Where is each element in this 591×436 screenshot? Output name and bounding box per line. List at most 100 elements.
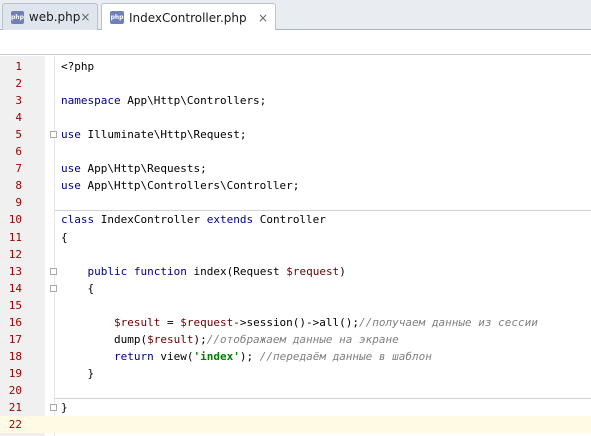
line-number: 2 (15, 77, 22, 91)
code-line[interactable]: 22 (0, 416, 591, 434)
code-text: class IndexController extends Controller (61, 211, 326, 228)
code-text: use App\Http\Controllers\Controller; (61, 177, 299, 194)
code-token: class (61, 213, 95, 227)
code-token: ->session()->all(); (233, 315, 360, 329)
method-separator (55, 210, 591, 212)
code-line[interactable]: 17 dump($result);//отображаем данные на … (0, 331, 591, 348)
code-line[interactable]: 16 $result = $request->session()->all();… (0, 314, 591, 331)
code-line[interactable]: 1 <?php (0, 58, 591, 75)
code-line[interactable]: 15 (0, 297, 591, 314)
line-number: 12 (8, 247, 22, 261)
code-token: = (160, 315, 181, 329)
line-number: 10 (8, 213, 22, 227)
code-line[interactable]: 21} (0, 399, 591, 416)
code-text: public function index(Request $request) (61, 263, 346, 280)
code-token: use (61, 179, 81, 193)
code-text: return view('index'); //передаём данные … (61, 348, 432, 365)
code-token: { (61, 230, 68, 244)
code-text: <?php (61, 58, 94, 75)
line-number: 20 (8, 383, 22, 397)
fold-marker-icon[interactable] (50, 284, 57, 292)
code-token: App\Http\Controllers\Controller; (80, 179, 300, 193)
line-number: 6 (15, 145, 22, 159)
code-text: } (61, 399, 68, 416)
code-token: //передаём данные в шаблон (259, 349, 432, 363)
code-line[interactable]: 18 return view('index'); //передаём данн… (0, 348, 591, 365)
php-file-icon: php (11, 10, 24, 24)
code-line[interactable]: 4 (0, 109, 591, 126)
code-token: } (61, 401, 68, 414)
code-line[interactable]: 8 use App\Http\Controllers\Controller; (0, 177, 591, 194)
line-number: 5 (15, 128, 22, 142)
tab-label: web.php (28, 10, 81, 24)
code-token: $request (180, 315, 234, 329)
code-token: namespace (61, 94, 121, 108)
code-line[interactable]: 2 (0, 75, 591, 92)
code-token: return (113, 349, 154, 363)
code-token: App\Http\Controllers; (120, 94, 267, 108)
code-token: function (133, 264, 187, 278)
method-separator (55, 398, 591, 399)
code-token: extends (206, 213, 254, 227)
code-text: use Illuminate\Http\Request; (61, 126, 246, 143)
code-token: <?php (61, 60, 95, 73)
close-icon[interactable]: × (80, 11, 90, 23)
code-token: //получаем данные из сессии (359, 315, 538, 329)
breadcrumb-bar (0, 30, 591, 55)
code-line[interactable]: 20 (0, 382, 591, 399)
code-token: dump( (61, 332, 148, 346)
line-number: 15 (8, 298, 22, 312)
code-token: public (87, 264, 128, 278)
code-line[interactable]: 12 (0, 246, 591, 263)
code-token: ) (339, 264, 346, 278)
code-text: use App\Http\Requests; (61, 160, 207, 177)
code-token: { (61, 281, 95, 295)
line-number: 13 (8, 264, 22, 278)
code-line[interactable]: 9 (0, 194, 591, 211)
code-token: ); (239, 349, 260, 363)
code-text: namespace App\Http\Controllers; (61, 92, 266, 109)
code-token: Illuminate\Http\Request; (80, 128, 247, 142)
code-token: 'index' (193, 349, 240, 363)
code-line[interactable]: 3 namespace App\Http\Controllers; (0, 92, 591, 109)
code-text: $result = $request->session()->all();//п… (61, 314, 538, 331)
close-icon[interactable]: × (258, 12, 268, 24)
line-number: 4 (15, 111, 22, 125)
code-line[interactable]: 5 use Illuminate\Http\Request; (0, 126, 591, 143)
fold-marker-icon[interactable] (50, 404, 57, 411)
code-token: Controller (253, 213, 326, 227)
tab-web-php[interactable]: php web.php × (2, 3, 98, 30)
code-token: ); (193, 332, 207, 346)
editor-tab-bar: php web.php × php IndexController.php × (0, 0, 591, 31)
code-line[interactable]: 7 use App\Http\Requests; (0, 160, 591, 177)
code-line[interactable]: 10 class IndexController extends Controll… (0, 211, 591, 228)
code-line[interactable]: 6 (0, 143, 591, 160)
line-number: 1 (15, 60, 22, 73)
php-file-icon: php (110, 11, 124, 24)
code-token: $result (147, 332, 194, 346)
code-text: { (61, 229, 68, 246)
code-line[interactable]: 14 { (0, 280, 591, 297)
line-number: 17 (8, 332, 22, 346)
code-line[interactable]: 13 public function index(Request $reques… (0, 263, 591, 280)
code-token: use (61, 162, 81, 176)
code-token: $result (113, 315, 161, 329)
line-number: 9 (15, 196, 22, 210)
code-line[interactable]: 11 { (0, 229, 591, 246)
tab-index-controller-php[interactable]: php IndexController.php × (101, 3, 276, 31)
code-line[interactable]: 19 } (0, 365, 591, 382)
code-token: view( (153, 349, 194, 363)
line-number: 8 (15, 179, 22, 193)
code-text: dump($result);//отображаем данные на экр… (61, 331, 399, 348)
fold-marker-icon[interactable] (50, 131, 57, 139)
code-token: $request (286, 264, 340, 278)
line-number: 16 (8, 315, 22, 329)
line-number: 18 (8, 349, 22, 363)
code-token: use (61, 128, 81, 142)
line-number: 21 (8, 401, 22, 414)
fold-marker-icon[interactable] (50, 267, 57, 275)
line-number: 14 (8, 281, 22, 295)
